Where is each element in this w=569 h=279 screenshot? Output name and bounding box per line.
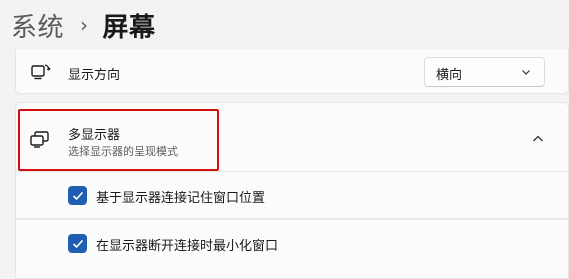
- minimize-windows-label: 在显示器断开连接时最小化窗口: [96, 239, 279, 254]
- checkmark-icon: [72, 191, 83, 200]
- chevron-down-icon: [522, 70, 530, 75]
- display-orientation-dropdown[interactable]: 横向: [424, 57, 545, 87]
- breadcrumb-separator: ›: [80, 13, 89, 37]
- display-orientation-value: 横向: [436, 68, 463, 83]
- checkmark-icon: [72, 239, 83, 248]
- display-rotate-icon: [31, 64, 51, 80]
- remember-window-positions-label: 基于显示器连接记住窗口位置: [96, 191, 266, 206]
- highlight-box: [18, 109, 219, 171]
- breadcrumb: 系统 › 屏幕: [11, 6, 156, 44]
- display-orientation-label: 显示方向: [68, 68, 121, 83]
- breadcrumb-system-link[interactable]: 系统: [11, 7, 64, 44]
- remember-window-positions-checkbox[interactable]: [68, 186, 87, 205]
- chevron-up-icon[interactable]: [532, 134, 544, 143]
- page-title: 屏幕: [102, 12, 156, 43]
- minimize-windows-checkbox[interactable]: [68, 234, 87, 253]
